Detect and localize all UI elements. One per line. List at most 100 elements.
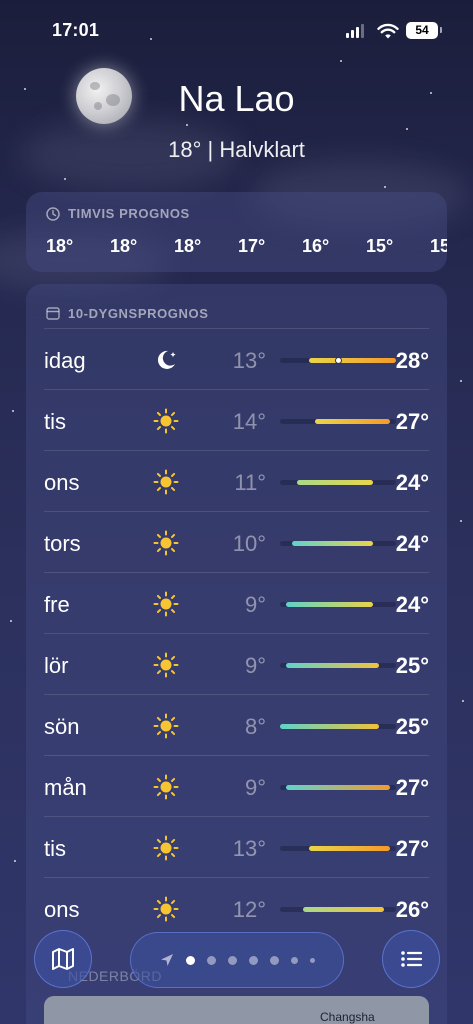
forecast-low: 9° [244, 775, 266, 800]
wifi-icon [377, 23, 399, 39]
temperature-range-fill [285, 785, 391, 790]
forecast-day: idag [44, 348, 86, 373]
ten-day-forecast-card[interactable]: 10-DYGNSPROGNOS idag 13° 28° tis 14° 27° ons 11… [26, 284, 447, 1024]
forecast-low: 9° [244, 653, 266, 678]
page-dot[interactable] [290, 956, 298, 964]
city-name: Na Lao [178, 78, 295, 119]
hour-temp: 16° [302, 236, 330, 256]
forecast-day: ons [44, 897, 80, 922]
hour-temp: 17° [238, 236, 266, 256]
calendar-icon [46, 307, 60, 320]
temperature-range-fill [309, 846, 391, 851]
location-pager[interactable] [130, 932, 344, 988]
temperature-range-fill [285, 663, 379, 668]
forecast-row[interactable]: ons 11° 24° [44, 450, 429, 511]
forecast-row[interactable]: tis 14° 27° [44, 389, 429, 450]
map-city-label: Changsha [320, 1010, 375, 1024]
temperature-range-bar [280, 907, 396, 912]
temperature-range-bar [280, 602, 396, 607]
forecast-row[interactable]: tors 10° 24° [44, 511, 429, 572]
location-arrow-icon [160, 954, 173, 966]
page-dot[interactable] [309, 957, 315, 963]
temperature-range-fill [280, 724, 379, 729]
hour-temp: 18° [46, 236, 74, 256]
forecast-high: 25° [395, 653, 429, 678]
forecast-high: 28° [395, 348, 429, 373]
forecast-high: 26° [395, 897, 429, 922]
hour-temp: 18° [110, 236, 138, 256]
map-button[interactable] [34, 930, 92, 988]
sun-icon [152, 651, 180, 679]
temperature-range-bar [280, 541, 396, 546]
temperature-range-fill [314, 419, 391, 424]
location-list-button[interactable] [382, 930, 440, 988]
forecast-row[interactable]: mån 9° 27° [44, 755, 429, 816]
forecast-row[interactable]: fre 9° 24° [44, 572, 429, 633]
sun-icon [152, 468, 180, 496]
forecast-high: 27° [395, 775, 429, 800]
forecast-high: 27° [395, 836, 429, 861]
sun-icon [152, 590, 180, 618]
temperature-range-bar [280, 419, 396, 424]
page-dot[interactable] [206, 955, 216, 965]
hourly-forecast-card[interactable]: TIMVIS PROGNOS 18° 18° 18° 17° 16° 15° 1… [26, 192, 447, 272]
forecast-high: 25° [395, 714, 429, 739]
forecast-high: 24° [395, 531, 429, 556]
forecast-row[interactable]: sön 8° 25° [44, 694, 429, 755]
forecast-low: 10° [232, 531, 266, 556]
page-dot[interactable] [227, 955, 237, 965]
forecast-day: mån [44, 775, 87, 800]
forecast-day: fre [44, 592, 70, 617]
status-bar: 17:01 54 [0, 0, 473, 60]
forecast-row[interactable]: lör 9° 25° [44, 633, 429, 694]
sun-icon [152, 712, 180, 740]
hourly-forecast-title: TIMVIS PROGNOS [68, 206, 190, 221]
moon-icon [152, 346, 180, 374]
hour-temp: 18° [174, 236, 202, 256]
hour-temp: 15 [430, 236, 447, 256]
forecast-low: 8° [244, 714, 266, 739]
temperature-range-bar [280, 480, 396, 485]
sun-icon [152, 407, 180, 435]
forecast-day: ons [44, 470, 80, 495]
temperature-range-bar [280, 846, 396, 851]
forecast-day: tors [44, 531, 81, 556]
forecast-day: tis [44, 836, 66, 861]
hourly-forecast-header: TIMVIS PROGNOS [26, 192, 447, 221]
forecast-day: sön [44, 714, 80, 739]
forecast-row[interactable]: ons 12° 26° [44, 877, 429, 938]
temperature-range-bar [280, 724, 396, 729]
sun-icon [152, 895, 180, 923]
forecast-high: 24° [395, 470, 429, 495]
page-dot[interactable] [269, 955, 279, 965]
bottom-toolbar [0, 930, 473, 990]
sun-icon [152, 529, 180, 557]
current-conditions: 18° | Halvklart [168, 137, 305, 162]
sun-icon [152, 834, 180, 862]
forecast-high: 27° [395, 409, 429, 434]
forecast-low: 12° [232, 897, 266, 922]
temperature-range-fill [309, 358, 396, 363]
forecast-day: tis [44, 409, 66, 434]
page-dot[interactable] [185, 955, 195, 965]
temperature-range-bar [280, 663, 396, 668]
forecast-day: lör [44, 653, 69, 678]
temperature-range-fill [291, 541, 373, 546]
forecast-low: 13° [232, 348, 266, 373]
forecast-low: 13° [232, 836, 266, 861]
ten-day-forecast-title: 10-DYGNSPROGNOS [68, 305, 209, 321]
status-time: 17:01 [52, 20, 100, 40]
hourly-temps[interactable]: 18° 18° 18° 17° 16° 15° 15 [46, 236, 447, 257]
map-icon [52, 948, 74, 970]
list-icon [401, 951, 423, 967]
clock-icon [46, 206, 60, 221]
temperature-range-fill [303, 907, 385, 912]
hour-temp: 15° [366, 236, 394, 256]
sun-icon [152, 773, 180, 801]
forecast-high: 24° [395, 592, 429, 617]
forecast-low: 14° [232, 409, 266, 434]
forecast-row[interactable]: idag 13° 28° [44, 328, 429, 389]
page-dot[interactable] [248, 955, 258, 965]
temperature-range-fill [297, 480, 373, 485]
forecast-row[interactable]: tis 13° 27° [44, 816, 429, 877]
